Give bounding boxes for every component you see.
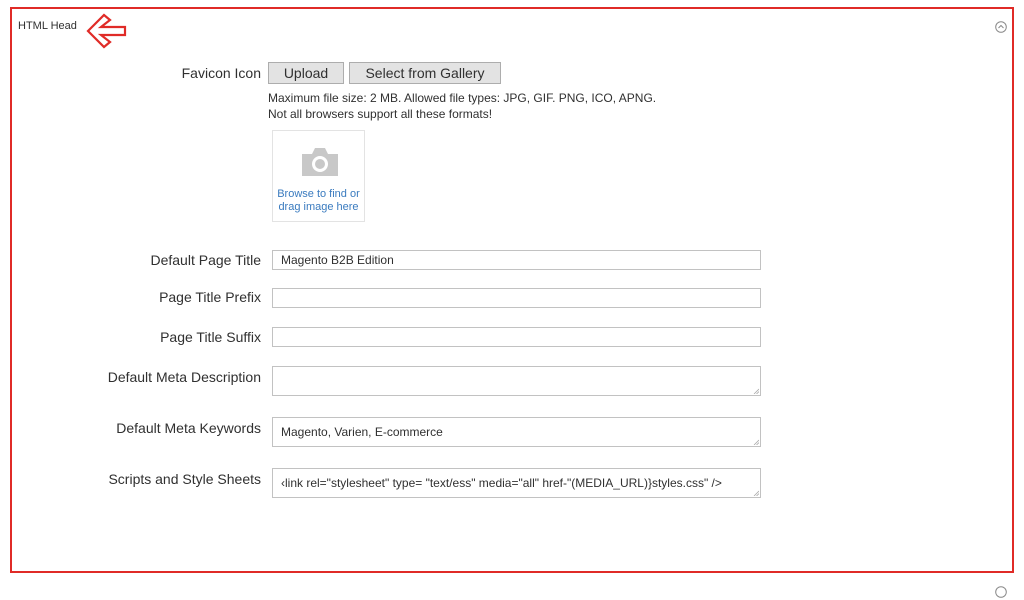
section-title[interactable]: HTML Head <box>18 20 77 32</box>
default-meta-description-label: Default Meta Description <box>107 369 261 385</box>
favicon-label: Favicon Icon <box>181 65 261 81</box>
dropzone-text-line1[interactable]: Browse to find or <box>273 188 364 201</box>
resize-handle-icon[interactable] <box>753 490 759 496</box>
resize-handle-icon[interactable] <box>753 439 759 445</box>
default-meta-keywords-value: Magento, Varien, E-commerce <box>281 425 443 439</box>
resize-handle-icon[interactable] <box>753 388 759 394</box>
arrow-left-icon <box>86 13 127 49</box>
page-title-prefix-label: Page Title Prefix <box>159 289 261 305</box>
chevron-circle-icon[interactable] <box>995 586 1007 598</box>
scripts-and-style-sheets-textarea[interactable]: ‹link rel="stylesheet" type= "text/ess" … <box>272 468 761 498</box>
camera-icon <box>302 148 338 176</box>
page-title-suffix-input[interactable] <box>272 327 761 347</box>
chevron-up-circle-icon[interactable] <box>995 21 1007 33</box>
image-dropzone[interactable]: Browse to find or drag image here <box>272 130 365 222</box>
file-size-note: Maximum file size: 2 MB. Allowed file ty… <box>268 91 657 105</box>
page-title-prefix-input[interactable] <box>272 288 761 308</box>
default-page-title-label: Default Page Title <box>150 252 261 268</box>
default-meta-keywords-textarea[interactable]: Magento, Varien, E-commerce <box>272 417 761 447</box>
default-page-title-input[interactable]: Magento B2B Edition <box>272 250 761 270</box>
next-section-header[interactable] <box>10 580 1014 600</box>
scripts-and-style-sheets-label: Scripts and Style Sheets <box>108 471 261 487</box>
select-from-gallery-button[interactable]: Select from Gallery <box>349 62 501 84</box>
default-meta-description-textarea[interactable] <box>272 366 761 396</box>
page-title-suffix-label: Page Title Suffix <box>160 329 261 345</box>
upload-button[interactable]: Upload <box>268 62 344 84</box>
dropzone-text-line2[interactable]: drag image here <box>273 201 364 214</box>
default-meta-keywords-label: Default Meta Keywords <box>116 420 261 436</box>
scripts-and-style-sheets-value: ‹link rel="stylesheet" type= "text/ess" … <box>281 476 722 490</box>
browser-support-note: Not all browsers support all these forma… <box>268 107 493 121</box>
